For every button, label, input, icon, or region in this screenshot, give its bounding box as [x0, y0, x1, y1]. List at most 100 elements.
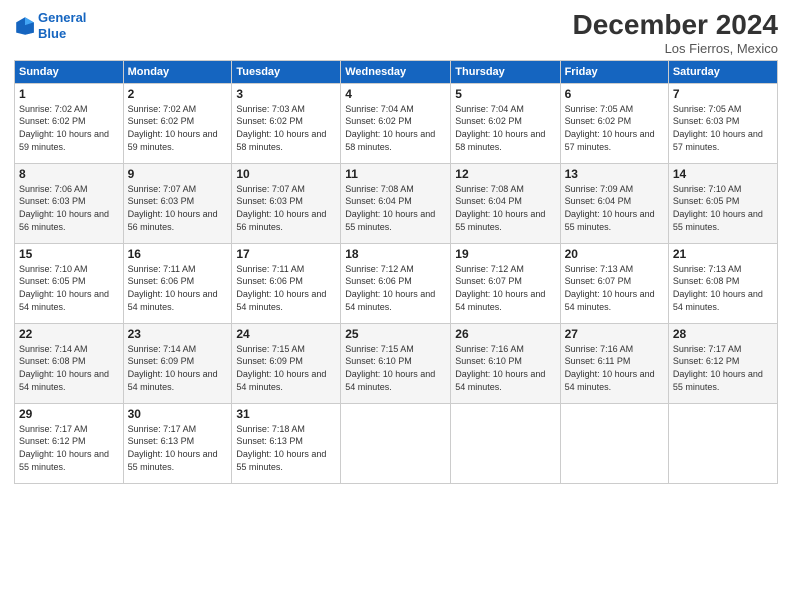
day-info: Sunrise: 7:11 AM Sunset: 6:06 PM Dayligh…: [128, 263, 228, 313]
calendar-header-row: Sunday Monday Tuesday Wednesday Thursday…: [15, 60, 778, 83]
day-number: 6: [565, 87, 664, 101]
day-info: Sunrise: 7:05 AM Sunset: 6:03 PM Dayligh…: [673, 103, 773, 153]
day-info: Sunrise: 7:17 AM Sunset: 6:13 PM Dayligh…: [128, 423, 228, 473]
table-row: 3 Sunrise: 7:03 AM Sunset: 6:02 PM Dayli…: [232, 83, 341, 163]
day-number: 23: [128, 327, 228, 341]
day-info: Sunrise: 7:14 AM Sunset: 6:08 PM Dayligh…: [19, 343, 119, 393]
calendar-week-row: 1 Sunrise: 7:02 AM Sunset: 6:02 PM Dayli…: [15, 83, 778, 163]
calendar-week-row: 22 Sunrise: 7:14 AM Sunset: 6:08 PM Dayl…: [15, 323, 778, 403]
day-number: 13: [565, 167, 664, 181]
col-friday: Friday: [560, 60, 668, 83]
table-row: 19 Sunrise: 7:12 AM Sunset: 6:07 PM Dayl…: [451, 243, 560, 323]
col-tuesday: Tuesday: [232, 60, 341, 83]
day-info: Sunrise: 7:08 AM Sunset: 6:04 PM Dayligh…: [455, 183, 555, 233]
table-row: 7 Sunrise: 7:05 AM Sunset: 6:03 PM Dayli…: [668, 83, 777, 163]
day-info: Sunrise: 7:15 AM Sunset: 6:09 PM Dayligh…: [236, 343, 336, 393]
table-row: 12 Sunrise: 7:08 AM Sunset: 6:04 PM Dayl…: [451, 163, 560, 243]
table-row: 18 Sunrise: 7:12 AM Sunset: 6:06 PM Dayl…: [341, 243, 451, 323]
day-info: Sunrise: 7:13 AM Sunset: 6:07 PM Dayligh…: [565, 263, 664, 313]
day-info: Sunrise: 7:09 AM Sunset: 6:04 PM Dayligh…: [565, 183, 664, 233]
day-number: 31: [236, 407, 336, 421]
day-number: 30: [128, 407, 228, 421]
table-row: [668, 403, 777, 483]
logo-text: General Blue: [38, 10, 86, 41]
table-row: 14 Sunrise: 7:10 AM Sunset: 6:05 PM Dayl…: [668, 163, 777, 243]
logo-icon: [14, 15, 36, 37]
day-number: 28: [673, 327, 773, 341]
table-row: 6 Sunrise: 7:05 AM Sunset: 6:02 PM Dayli…: [560, 83, 668, 163]
calendar-table: Sunday Monday Tuesday Wednesday Thursday…: [14, 60, 778, 484]
table-row: 9 Sunrise: 7:07 AM Sunset: 6:03 PM Dayli…: [123, 163, 232, 243]
day-number: 8: [19, 167, 119, 181]
day-number: 1: [19, 87, 119, 101]
day-number: 7: [673, 87, 773, 101]
table-row: 26 Sunrise: 7:16 AM Sunset: 6:10 PM Dayl…: [451, 323, 560, 403]
table-row: 17 Sunrise: 7:11 AM Sunset: 6:06 PM Dayl…: [232, 243, 341, 323]
day-number: 29: [19, 407, 119, 421]
day-info: Sunrise: 7:03 AM Sunset: 6:02 PM Dayligh…: [236, 103, 336, 153]
day-info: Sunrise: 7:05 AM Sunset: 6:02 PM Dayligh…: [565, 103, 664, 153]
col-monday: Monday: [123, 60, 232, 83]
day-number: 18: [345, 247, 446, 261]
logo-line1: General: [38, 10, 86, 25]
table-row: 30 Sunrise: 7:17 AM Sunset: 6:13 PM Dayl…: [123, 403, 232, 483]
page-container: General Blue December 2024 Los Fierros, …: [0, 0, 792, 492]
day-info: Sunrise: 7:12 AM Sunset: 6:07 PM Dayligh…: [455, 263, 555, 313]
day-number: 3: [236, 87, 336, 101]
table-row: 8 Sunrise: 7:06 AM Sunset: 6:03 PM Dayli…: [15, 163, 124, 243]
table-row: 24 Sunrise: 7:15 AM Sunset: 6:09 PM Dayl…: [232, 323, 341, 403]
day-info: Sunrise: 7:04 AM Sunset: 6:02 PM Dayligh…: [345, 103, 446, 153]
day-info: Sunrise: 7:17 AM Sunset: 6:12 PM Dayligh…: [19, 423, 119, 473]
day-number: 24: [236, 327, 336, 341]
table-row: 20 Sunrise: 7:13 AM Sunset: 6:07 PM Dayl…: [560, 243, 668, 323]
day-info: Sunrise: 7:16 AM Sunset: 6:10 PM Dayligh…: [455, 343, 555, 393]
calendar-week-row: 15 Sunrise: 7:10 AM Sunset: 6:05 PM Dayl…: [15, 243, 778, 323]
day-number: 25: [345, 327, 446, 341]
day-info: Sunrise: 7:11 AM Sunset: 6:06 PM Dayligh…: [236, 263, 336, 313]
day-number: 27: [565, 327, 664, 341]
day-number: 11: [345, 167, 446, 181]
day-info: Sunrise: 7:12 AM Sunset: 6:06 PM Dayligh…: [345, 263, 446, 313]
location: Los Fierros, Mexico: [573, 41, 778, 56]
table-row: 23 Sunrise: 7:14 AM Sunset: 6:09 PM Dayl…: [123, 323, 232, 403]
calendar-week-row: 8 Sunrise: 7:06 AM Sunset: 6:03 PM Dayli…: [15, 163, 778, 243]
day-number: 10: [236, 167, 336, 181]
table-row: [451, 403, 560, 483]
title-block: December 2024 Los Fierros, Mexico: [573, 10, 778, 56]
day-number: 5: [455, 87, 555, 101]
col-saturday: Saturday: [668, 60, 777, 83]
day-info: Sunrise: 7:02 AM Sunset: 6:02 PM Dayligh…: [128, 103, 228, 153]
table-row: 10 Sunrise: 7:07 AM Sunset: 6:03 PM Dayl…: [232, 163, 341, 243]
day-number: 22: [19, 327, 119, 341]
table-row: 31 Sunrise: 7:18 AM Sunset: 6:13 PM Dayl…: [232, 403, 341, 483]
table-row: 15 Sunrise: 7:10 AM Sunset: 6:05 PM Dayl…: [15, 243, 124, 323]
table-row: 4 Sunrise: 7:04 AM Sunset: 6:02 PM Dayli…: [341, 83, 451, 163]
day-info: Sunrise: 7:15 AM Sunset: 6:10 PM Dayligh…: [345, 343, 446, 393]
table-row: 22 Sunrise: 7:14 AM Sunset: 6:08 PM Dayl…: [15, 323, 124, 403]
col-sunday: Sunday: [15, 60, 124, 83]
day-info: Sunrise: 7:08 AM Sunset: 6:04 PM Dayligh…: [345, 183, 446, 233]
day-info: Sunrise: 7:17 AM Sunset: 6:12 PM Dayligh…: [673, 343, 773, 393]
day-number: 17: [236, 247, 336, 261]
table-row: 21 Sunrise: 7:13 AM Sunset: 6:08 PM Dayl…: [668, 243, 777, 323]
day-number: 2: [128, 87, 228, 101]
day-number: 20: [565, 247, 664, 261]
calendar-week-row: 29 Sunrise: 7:17 AM Sunset: 6:12 PM Dayl…: [15, 403, 778, 483]
table-row: 28 Sunrise: 7:17 AM Sunset: 6:12 PM Dayl…: [668, 323, 777, 403]
table-row: 11 Sunrise: 7:08 AM Sunset: 6:04 PM Dayl…: [341, 163, 451, 243]
logo: General Blue: [14, 10, 86, 41]
day-info: Sunrise: 7:14 AM Sunset: 6:09 PM Dayligh…: [128, 343, 228, 393]
day-info: Sunrise: 7:07 AM Sunset: 6:03 PM Dayligh…: [236, 183, 336, 233]
table-row: 16 Sunrise: 7:11 AM Sunset: 6:06 PM Dayl…: [123, 243, 232, 323]
table-row: [341, 403, 451, 483]
table-row: 25 Sunrise: 7:15 AM Sunset: 6:10 PM Dayl…: [341, 323, 451, 403]
day-number: 16: [128, 247, 228, 261]
table-row: 5 Sunrise: 7:04 AM Sunset: 6:02 PM Dayli…: [451, 83, 560, 163]
day-info: Sunrise: 7:10 AM Sunset: 6:05 PM Dayligh…: [673, 183, 773, 233]
col-wednesday: Wednesday: [341, 60, 451, 83]
day-info: Sunrise: 7:06 AM Sunset: 6:03 PM Dayligh…: [19, 183, 119, 233]
day-number: 19: [455, 247, 555, 261]
day-number: 15: [19, 247, 119, 261]
day-number: 12: [455, 167, 555, 181]
day-number: 14: [673, 167, 773, 181]
